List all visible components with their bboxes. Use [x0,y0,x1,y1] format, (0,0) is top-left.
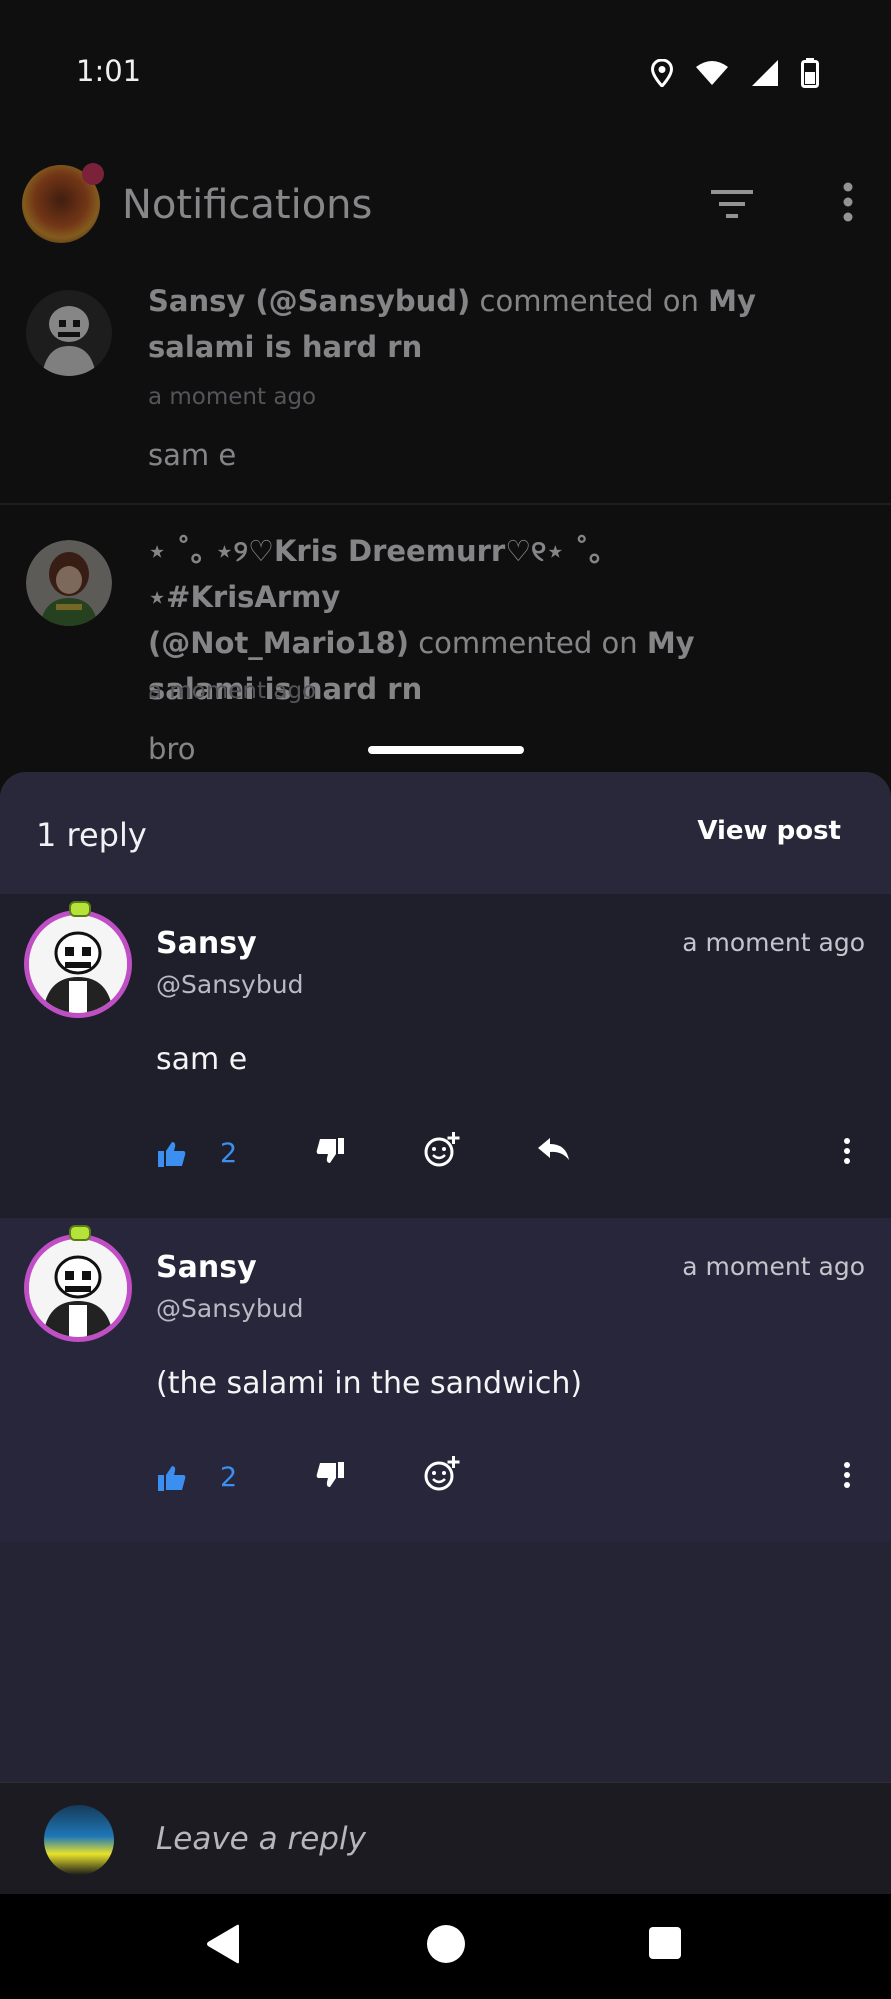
like-count: 2 [220,1462,238,1493]
notification-preview: sam e [148,438,237,472]
reply-input[interactable] [156,1817,836,1861]
view-post-button[interactable]: View post [697,816,841,846]
notification-item[interactable]: Sansy (@Sansybud) commented on My salami… [0,284,891,490]
my-avatar [44,1805,114,1875]
reply-icon[interactable] [538,1138,570,1162]
comment-actions: 2 [0,1132,891,1188]
system-nav-bar [0,1894,891,1999]
comment: Sansy @Sansybud a moment ago sam e 2 [0,894,891,1218]
comment-time: a moment ago [682,1252,865,1281]
comment: Sansy @Sansybud a moment ago (the salami… [0,1218,891,1542]
location-icon [651,59,673,87]
home-icon[interactable] [426,1924,466,1964]
filter-icon[interactable] [711,188,753,220]
sheet-header: 1 reply View post [0,772,891,894]
thumbs-up-icon [158,1141,186,1167]
reply-composer [0,1782,891,1894]
notification-avatar [26,290,112,376]
comment-body: sam e [156,1042,248,1077]
commenter-handle: @Sansybud [156,970,304,999]
like-button[interactable]: 2 [158,1462,237,1493]
comment-actions: 2 [0,1456,891,1512]
add-reaction-icon[interactable] [424,1456,460,1492]
notification-item[interactable]: ⋆ ˚｡ ⋆୨♡Kris Dreemurr♡୧⋆ ˚｡ ⋆#KrisArmy (… [0,534,891,780]
commenter-avatar[interactable] [24,901,132,1018]
notification-dot [82,163,104,185]
commenter-handle: @Sansybud [156,1294,304,1323]
avatar-badge [69,901,91,917]
thumbs-up-icon [158,1465,186,1491]
profile-avatar[interactable] [22,163,104,243]
recents-icon[interactable] [648,1926,682,1960]
add-reaction-icon[interactable] [424,1132,460,1168]
wifi-icon [696,61,728,85]
notification-text: Sansy (@Sansybud) commented on My salami… [148,284,756,364]
screen: 1:01 Notifications Sansy (@Sansybud) com… [0,0,891,1999]
more-options-icon[interactable] [843,1138,851,1164]
comment-time: a moment ago [682,928,865,957]
like-button[interactable]: 2 [158,1138,237,1169]
thumbs-down-icon[interactable] [316,1462,344,1488]
more-options-icon[interactable] [843,1462,851,1488]
notification-preview: bro [148,732,196,766]
comment-body: (the salami in the sandwich) [156,1366,583,1401]
page-title: Notifications [122,182,373,228]
replies-sheet: 1 reply View post Sansy @Sansybud a mome… [0,772,891,1894]
signal-icon [752,60,778,86]
status-time: 1:01 [76,54,142,88]
notification-time: a moment ago [148,678,317,704]
commenter-name[interactable]: Sansy [156,926,257,961]
reply-count: 1 reply [36,816,147,854]
battery-icon [801,58,819,88]
status-icons [651,56,819,90]
avatar-badge [69,1225,91,1241]
notification-time: a moment ago [148,384,317,410]
commenter-name[interactable]: Sansy [156,1250,257,1285]
back-icon[interactable] [205,1924,241,1964]
notifications-screen: Notifications Sansy (@Sansybud) commente… [0,140,891,780]
commenter-avatar[interactable] [24,1225,132,1342]
like-count: 2 [220,1138,238,1169]
more-options-icon[interactable] [843,182,853,222]
divider [0,503,891,505]
app-header: Notifications [0,140,891,270]
notification-avatar [26,540,112,626]
status-bar: 1:01 [0,0,891,140]
thumbs-down-icon[interactable] [316,1138,344,1164]
sheet-drag-handle[interactable] [368,746,524,754]
